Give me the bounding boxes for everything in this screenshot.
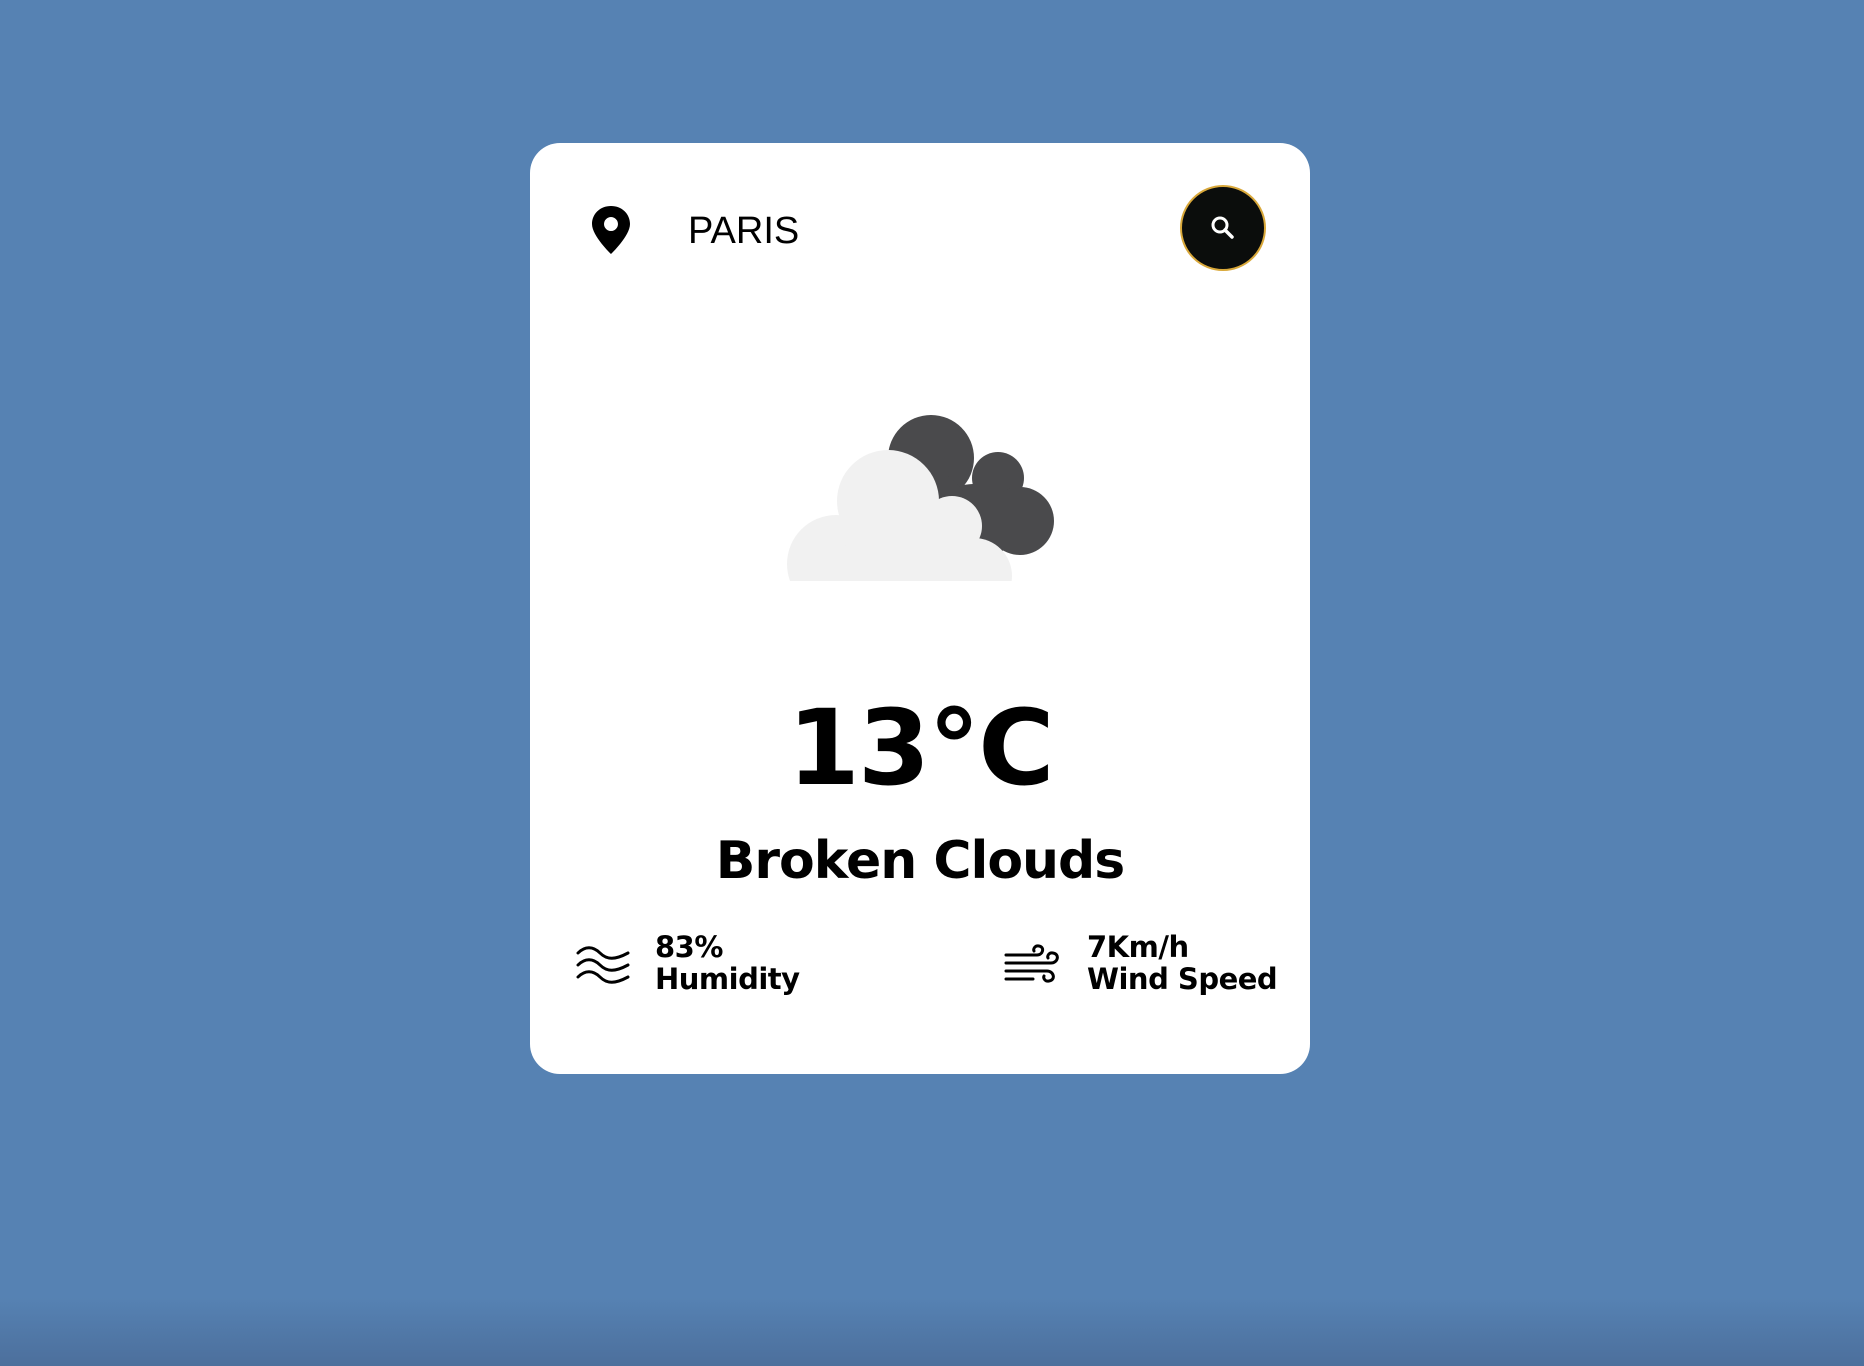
search-button[interactable] [1180, 185, 1266, 271]
wind-label: Wind Speed [1087, 962, 1278, 996]
weather-details: 83% Humidity 7Km/h Wind Speed [530, 923, 1310, 1013]
humidity-waves-icon [576, 946, 630, 984]
wind-value: 7Km/h [1087, 930, 1189, 964]
city-search-input[interactable] [680, 201, 1158, 261]
search-icon [1211, 216, 1234, 239]
humidity-value: 83% [655, 930, 723, 964]
map-pin-icon [592, 206, 630, 254]
weather-description: Broken Clouds [715, 831, 1125, 891]
humidity-text: 83% Humidity [655, 931, 800, 995]
humidity-detail: 83% Humidity [575, 923, 835, 1013]
search-bar [530, 143, 1310, 293]
broken-clouds-icon [787, 415, 1054, 581]
wind-text: 7Km/h Wind Speed [1087, 930, 1278, 996]
wind-icon [1004, 944, 1059, 983]
wind-detail: 7Km/h Wind Speed [1003, 923, 1283, 1013]
humidity-label: Humidity [655, 962, 800, 996]
temperature: 13°C [787, 687, 1054, 809]
weather-card: 13°C Broken Clouds 83% Humidity [530, 143, 1310, 1074]
